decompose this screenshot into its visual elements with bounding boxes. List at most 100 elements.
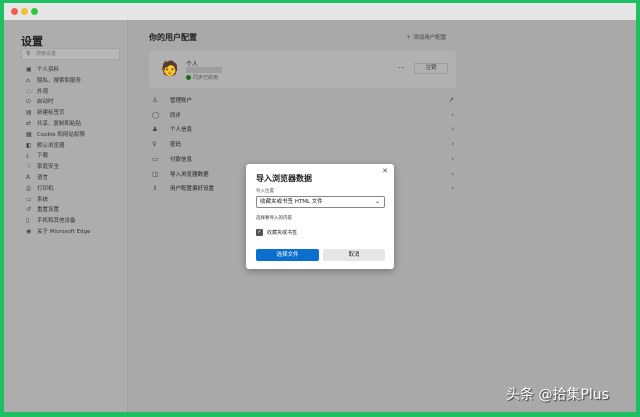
chevron-right-icon: › bbox=[451, 140, 454, 149]
sidebar-title: 设置 bbox=[21, 35, 43, 48]
palette-icon: ◌ bbox=[26, 87, 32, 95]
add-profile-label: 添加用户配置 bbox=[413, 35, 447, 41]
edge-icon: ◉ bbox=[26, 228, 32, 235]
search-icon: ⚲ bbox=[26, 50, 31, 57]
watermark: 头条 @拾集Plus bbox=[506, 387, 609, 403]
chevron-down-icon: ⌄ bbox=[374, 198, 380, 205]
settings-row[interactable]: ◯ 同步 › bbox=[152, 108, 454, 122]
row-label: 密码 bbox=[170, 142, 182, 149]
profile-card: 🧑 个人 同步已启用 ··· 注销 bbox=[149, 51, 456, 88]
settings-row[interactable]: ♙ 管理账户 ↗ bbox=[152, 93, 454, 107]
favorites-checkbox-label: 收藏夹或书签 bbox=[267, 230, 298, 236]
reset-icon: ↺ bbox=[26, 206, 32, 214]
row-label: 管理账户 bbox=[170, 98, 193, 104]
share-icon: ⇄ bbox=[26, 120, 32, 127]
row-icon: ◫ bbox=[152, 169, 159, 178]
sidebar-item[interactable]: ◌ 外观 bbox=[26, 87, 48, 97]
row-label: 导入浏览器数据 bbox=[170, 171, 209, 178]
sidebar-item-label: 手机和其他设备 bbox=[37, 218, 76, 225]
row-label: 个人信息 bbox=[170, 127, 193, 134]
chevron-right-icon: › bbox=[451, 154, 454, 163]
import-browser-data-dialog: 导入浏览器数据 ✕ 导入位置 收藏夹或书签 HTML 文件 ⌄ 选择要导入的内容 … bbox=[246, 164, 394, 269]
sidebar-item[interactable]: ▭ 系统 bbox=[26, 195, 48, 205]
sidebar-item[interactable]: ⏻ 启动时 bbox=[26, 97, 54, 107]
row-icon: ⚲ bbox=[152, 140, 157, 149]
settings-row[interactable]: ⚲ 密码 › bbox=[152, 137, 454, 151]
sidebar-item[interactable]: ▦ Cookie 和网站权限 bbox=[26, 130, 85, 140]
sidebar-item-label: 个人资料 bbox=[37, 67, 60, 73]
add-profile-button[interactable]: ＋ 添加用户配置 bbox=[406, 33, 446, 41]
sign-out-button[interactable]: 注销 bbox=[414, 63, 448, 74]
settings-sidebar: 设置 ⚲ 搜索设置 ▣ 个人资料 ⌂ 隐私、搜索和服务 ◌ 外观 ⏻ 启动时 ▤ 新建标签页 ⇄ 共享、… bbox=[4, 20, 128, 412]
search-placeholder: 搜索设置 bbox=[36, 51, 57, 57]
sidebar-item[interactable]: ⇄ 共享、复制和粘贴 bbox=[26, 119, 81, 129]
close-icon[interactable]: ✕ bbox=[382, 167, 388, 175]
sidebar-item-label: 启动时 bbox=[37, 99, 54, 106]
import-from-label: 导入位置 bbox=[256, 189, 274, 194]
favorites-checkbox[interactable]: ✓ 收藏夹或书签 bbox=[256, 229, 297, 237]
chevron-right-icon: › bbox=[451, 125, 454, 134]
choose-content-label: 选择要导入的内容 bbox=[256, 216, 292, 221]
row-label: 用户配置偏好设置 bbox=[170, 186, 215, 193]
sidebar-item[interactable]: ▣ 个人资料 bbox=[26, 65, 59, 75]
sidebar-item[interactable]: ▯ 手机和其他设备 bbox=[26, 216, 76, 226]
cookie-icon: ▦ bbox=[26, 130, 32, 138]
system-icon: ▭ bbox=[26, 195, 32, 203]
row-icon: ◯ bbox=[152, 110, 160, 119]
dialog-title: 导入浏览器数据 bbox=[256, 174, 312, 183]
profile-email-redacted bbox=[186, 67, 222, 73]
sidebar-item[interactable]: ♡ 家庭安全 bbox=[26, 162, 59, 172]
language-icon: A bbox=[26, 174, 31, 181]
sidebar-item-label: Cookie 和网站权限 bbox=[37, 131, 85, 138]
page-title: 你的用户配置 bbox=[149, 33, 197, 42]
sidebar-item[interactable]: ⌂ 隐私、搜索和服务 bbox=[26, 76, 81, 86]
sidebar-item-label: 外观 bbox=[37, 88, 49, 95]
sidebar-item-label: 重置设置 bbox=[37, 207, 60, 214]
checkmark-icon: ✓ bbox=[256, 229, 263, 236]
more-options-button[interactable]: ··· bbox=[398, 64, 405, 72]
sidebar-item-label: 新建标签页 bbox=[37, 110, 65, 117]
family-icon: ♡ bbox=[26, 163, 32, 171]
sidebar-item[interactable]: A 语言 bbox=[26, 173, 48, 183]
cancel-button[interactable]: 取消 bbox=[323, 249, 385, 261]
chevron-right-icon: › bbox=[451, 184, 454, 193]
download-icon: ⤓ bbox=[26, 152, 29, 160]
search-input[interactable]: ⚲ 搜索设置 bbox=[21, 48, 120, 60]
external-link-icon: ↗ bbox=[448, 96, 454, 104]
sidebar-item-label: 语言 bbox=[37, 175, 49, 181]
sidebar-item-label: 系统 bbox=[37, 196, 49, 203]
row-label: 同步 bbox=[170, 112, 182, 119]
row-icon: ♗ bbox=[152, 184, 158, 193]
row-icon: ♙ bbox=[152, 96, 158, 104]
sidebar-item-label: 家庭安全 bbox=[37, 164, 60, 171]
sidebar-item[interactable]: ▤ 新建标签页 bbox=[26, 108, 65, 118]
maximize-window-button[interactable] bbox=[31, 8, 38, 15]
browser-icon: ◧ bbox=[26, 141, 32, 149]
tab-icon: ▤ bbox=[26, 109, 32, 117]
sidebar-item[interactable]: ◉ 关于 Microsoft Edge bbox=[26, 227, 90, 237]
printer-icon: ⎙ bbox=[26, 184, 31, 192]
sidebar-item-label: 关于 Microsoft Edge bbox=[37, 229, 91, 235]
import-from-select[interactable]: 收藏夹或书签 HTML 文件 ⌄ bbox=[256, 196, 385, 208]
minimize-window-button[interactable] bbox=[21, 8, 28, 15]
row-label: 付款信息 bbox=[170, 156, 193, 163]
sidebar-item-label: 共享、复制和粘贴 bbox=[37, 121, 82, 127]
close-window-button[interactable] bbox=[11, 8, 18, 15]
sidebar-item[interactable]: ⎙ 打印机 bbox=[26, 184, 54, 194]
person-icon: ▣ bbox=[26, 66, 32, 73]
sidebar-item[interactable]: ↺ 重置设置 bbox=[26, 205, 59, 215]
phone-icon: ▯ bbox=[26, 217, 30, 225]
settings-row[interactable]: ♟ 个人信息 › bbox=[152, 122, 454, 136]
row-icon: ♟ bbox=[152, 125, 158, 134]
avatar: 🧑 bbox=[161, 61, 179, 77]
sync-status: 同步已启用 bbox=[186, 74, 218, 81]
sidebar-item[interactable]: ◧ 默认浏览器 bbox=[26, 141, 65, 151]
sidebar-item-label: 下载 bbox=[37, 153, 49, 160]
choose-file-button[interactable]: 选择文件 bbox=[256, 249, 319, 261]
import-from-value: 收藏夹或书签 HTML 文件 bbox=[260, 199, 323, 205]
sync-status-dot-icon bbox=[186, 75, 191, 80]
sidebar-item[interactable]: ⤓ 下载 bbox=[26, 151, 48, 161]
row-icon: ▭ bbox=[152, 154, 159, 163]
power-icon: ⏻ bbox=[26, 98, 31, 106]
lock-icon: ⌂ bbox=[26, 76, 30, 84]
